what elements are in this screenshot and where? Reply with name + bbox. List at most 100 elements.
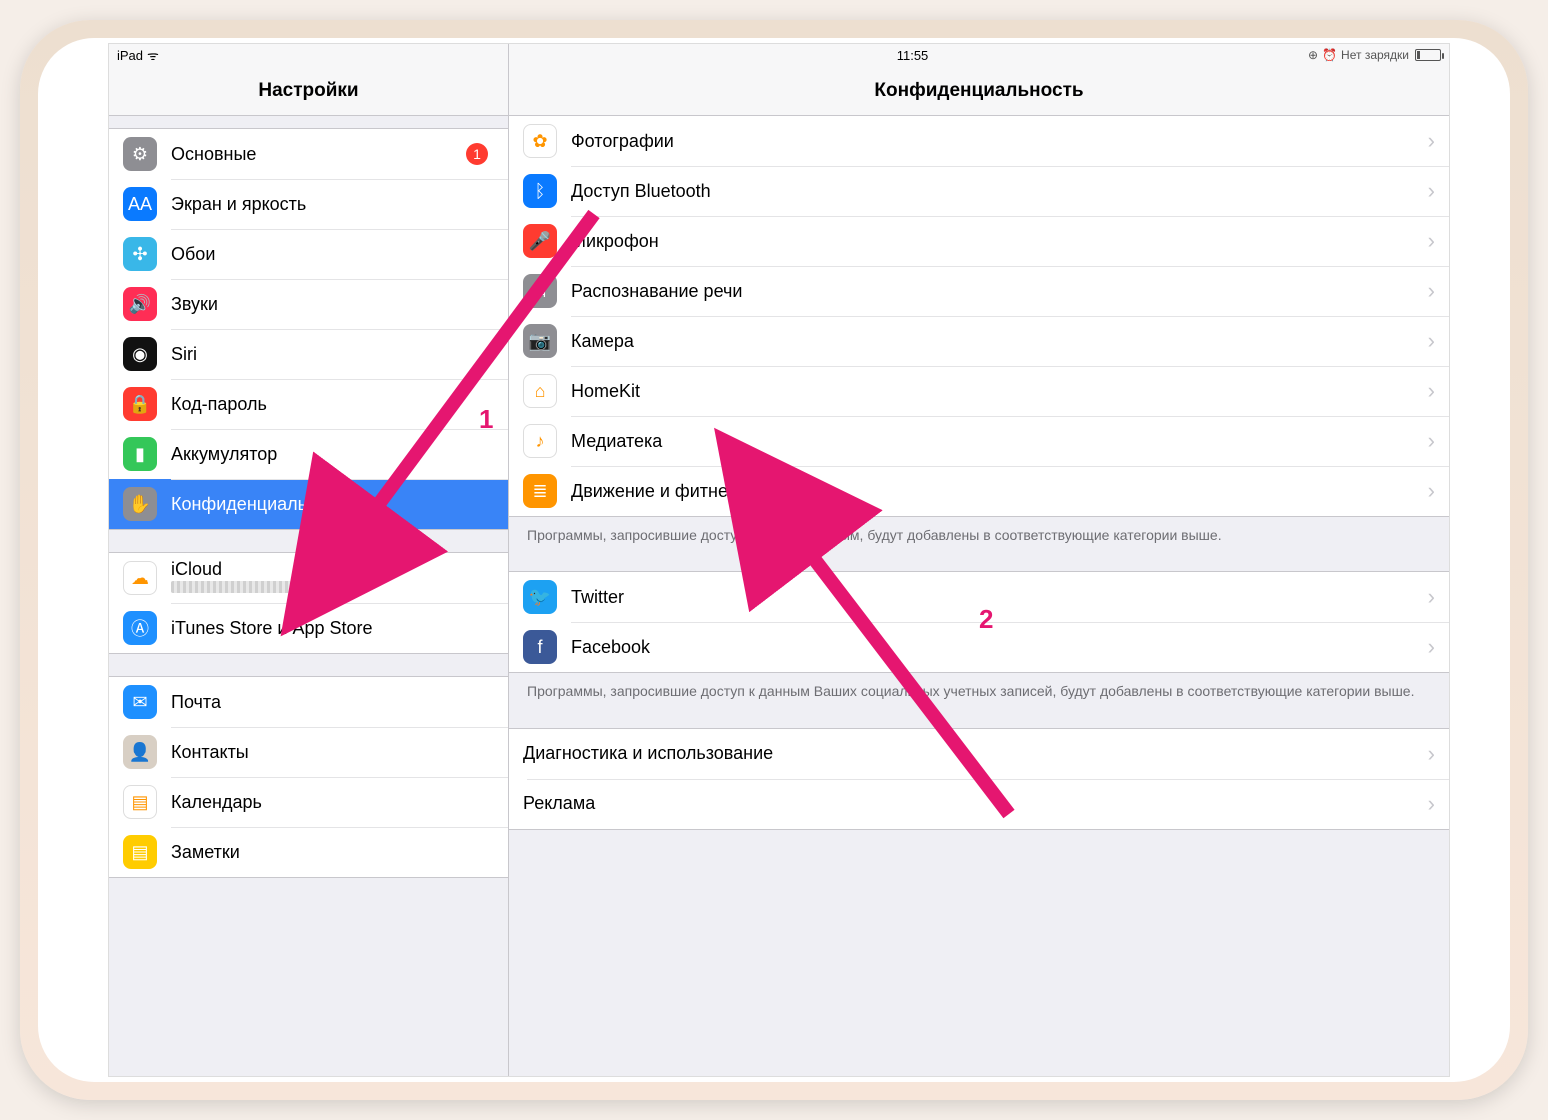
chevron-right-icon: › [1428,478,1435,504]
privacy-item-микрофон[interactable]: 🎤 Микрофон › [509,216,1449,266]
row-label: Twitter [571,587,1422,608]
chevron-right-icon: › [1428,128,1435,154]
privacy-item-камера[interactable]: 📷Камера› [509,316,1449,366]
settings-sidebar: iPad ᯤ Настройки ⚙Основные1AAЭкран и ярк… [109,44,509,1076]
заметки-icon: ▤ [123,835,157,869]
доступ-icon: ᛒ [523,174,557,208]
chevron-right-icon: › [1428,634,1435,660]
chevron-right-icon: › [1428,741,1435,767]
row-label: Обои [171,244,494,265]
chevron-right-icon: › [1428,378,1435,404]
status-bar-left: iPad ᯤ [109,44,508,66]
privacy-item-homekit[interactable]: ⌂ HomeKit › [509,366,1449,416]
twitter-icon: 🐦 [523,580,557,614]
sidebar-item-аккумулятор[interactable]: ▮ Аккумулятор [109,429,508,479]
row-label: Заметки [171,842,494,863]
sidebar-item-icloud[interactable]: ☁ iCloud [109,553,508,603]
движение-icon: ≣ [523,474,557,508]
privacy-item-реклама[interactable]: Реклама › [509,779,1449,829]
основные-icon: ⚙ [123,137,157,171]
annotation-number-2: 2 [979,604,993,635]
sidebar-title: Настройки [109,66,508,116]
обои-icon: ✣ [123,237,157,271]
clock: 11:55 [517,48,1308,63]
badge: 1 [466,143,488,165]
конфиденциальность-icon: ✋ [123,487,157,521]
фотографии-icon: ✿ [523,124,557,158]
sidebar-item-экран-и-яркость[interactable]: AA Экран и яркость [109,179,508,229]
privacy-item-движение-и-фитнес[interactable]: ≣ Движение и фитнес › [509,466,1449,516]
detail-note-2: Программы, запросившие доступ к данным В… [509,673,1449,705]
медиатека-icon: ♪ [523,424,557,458]
sidebar-item-заметки[interactable]: ▤ Заметки [109,827,508,877]
row-label: Аккумулятор [171,444,494,465]
экран-icon: AA [123,187,157,221]
sidebar-item-конфиденциальность[interactable]: ✋ Конфиденциальность [109,479,508,529]
row-label: Календарь [171,792,494,813]
sidebar-item-itunes-store-и-app-store[interactable]: ⒶiTunes Store и App Store [109,603,508,653]
chevron-right-icon: › [1428,178,1435,204]
itunes-icon: Ⓐ [123,611,157,645]
homekit-icon: ⌂ [523,374,557,408]
row-label: Движение и фитнес [571,481,1422,502]
sidebar-item-код-пароль[interactable]: 🔒 Код-пароль [109,379,508,429]
battery-text: Нет зарядки [1341,48,1409,62]
распознавание-icon: ⧦ [523,274,557,308]
detail-pane: 11:55 ⊕ ⏰ Нет зарядки Конфиденциальность… [509,44,1449,1076]
chevron-right-icon: › [1428,584,1435,610]
код-пароль-icon: 🔒 [123,387,157,421]
chevron-right-icon: › [1428,791,1435,817]
row-label: Конфиденциальность [171,494,494,515]
status-bar-right: 11:55 ⊕ ⏰ Нет зарядки [509,44,1449,66]
row-label: Контакты [171,742,494,763]
row-label: Почта [171,692,494,713]
row-label: iCloud [171,559,494,580]
аккумулятор-icon: ▮ [123,437,157,471]
row-label: Фотографии [571,131,1422,152]
privacy-item-диагностика-и-использование[interactable]: Диагностика и использование › [509,729,1449,779]
sidebar-item-почта[interactable]: ✉ Почта [109,677,508,727]
календарь-icon: ▤ [123,785,157,819]
chevron-right-icon: › [1428,428,1435,454]
row-label: Siri [171,344,494,365]
detail-note-1: Программы, запросившие доступ к Вашим да… [509,517,1449,549]
chevron-right-icon: › [1428,228,1435,254]
sidebar-item-звуки[interactable]: 🔊 Звуки [109,279,508,329]
sidebar-item-контакты[interactable]: 👤Контакты [109,727,508,777]
privacy-item-фотографии[interactable]: ✿ Фотографии › [509,116,1449,166]
icloud-icon: ☁ [123,561,157,595]
row-label: Facebook [571,637,1422,658]
звуки-icon: 🔊 [123,287,157,321]
chevron-right-icon: › [1428,278,1435,304]
privacy-item-распознавание-речи[interactable]: ⧦ Распознавание речи › [509,266,1449,316]
detail-title: Конфиденциальность [509,66,1449,116]
row-label: Основные [171,144,466,165]
alarm-icon: ⏰ [1322,48,1337,62]
row-label: Экран и яркость [171,194,494,215]
row-label: Микрофон [571,231,1422,252]
sidebar-item-календарь[interactable]: ▤ Календарь [109,777,508,827]
device-label: iPad [117,48,143,63]
row-label: Диагностика и использование [523,743,1422,764]
row-label: iTunes Store и App Store [171,618,494,639]
battery-icon [1415,49,1441,61]
wifi-icon: ᯤ [147,46,159,64]
sidebar-item-обои[interactable]: ✣ Обои [109,229,508,279]
почта-icon: ✉ [123,685,157,719]
камера-icon: 📷 [523,324,557,358]
row-label: Доступ Bluetooth [571,181,1422,202]
row-label: HomeKit [571,381,1422,402]
row-label: Код-пароль [171,394,494,415]
sidebar-item-основные[interactable]: ⚙ Основные1 [109,129,508,179]
row-label: Реклама [523,793,1422,814]
sidebar-item-siri[interactable]: ◉ Siri [109,329,508,379]
privacy-item-медиатека[interactable]: ♪Медиатека› [509,416,1449,466]
annotation-number-1: 1 [479,404,493,435]
row-label: Распознавание речи [571,281,1422,302]
row-label: Звуки [171,294,494,315]
privacy-item-доступ-bluetooth[interactable]: ᛒ Доступ Bluetooth › [509,166,1449,216]
chevron-right-icon: › [1428,328,1435,354]
siri-icon: ◉ [123,337,157,371]
rotation-lock-icon: ⊕ [1308,48,1318,62]
микрофон-icon: 🎤 [523,224,557,258]
